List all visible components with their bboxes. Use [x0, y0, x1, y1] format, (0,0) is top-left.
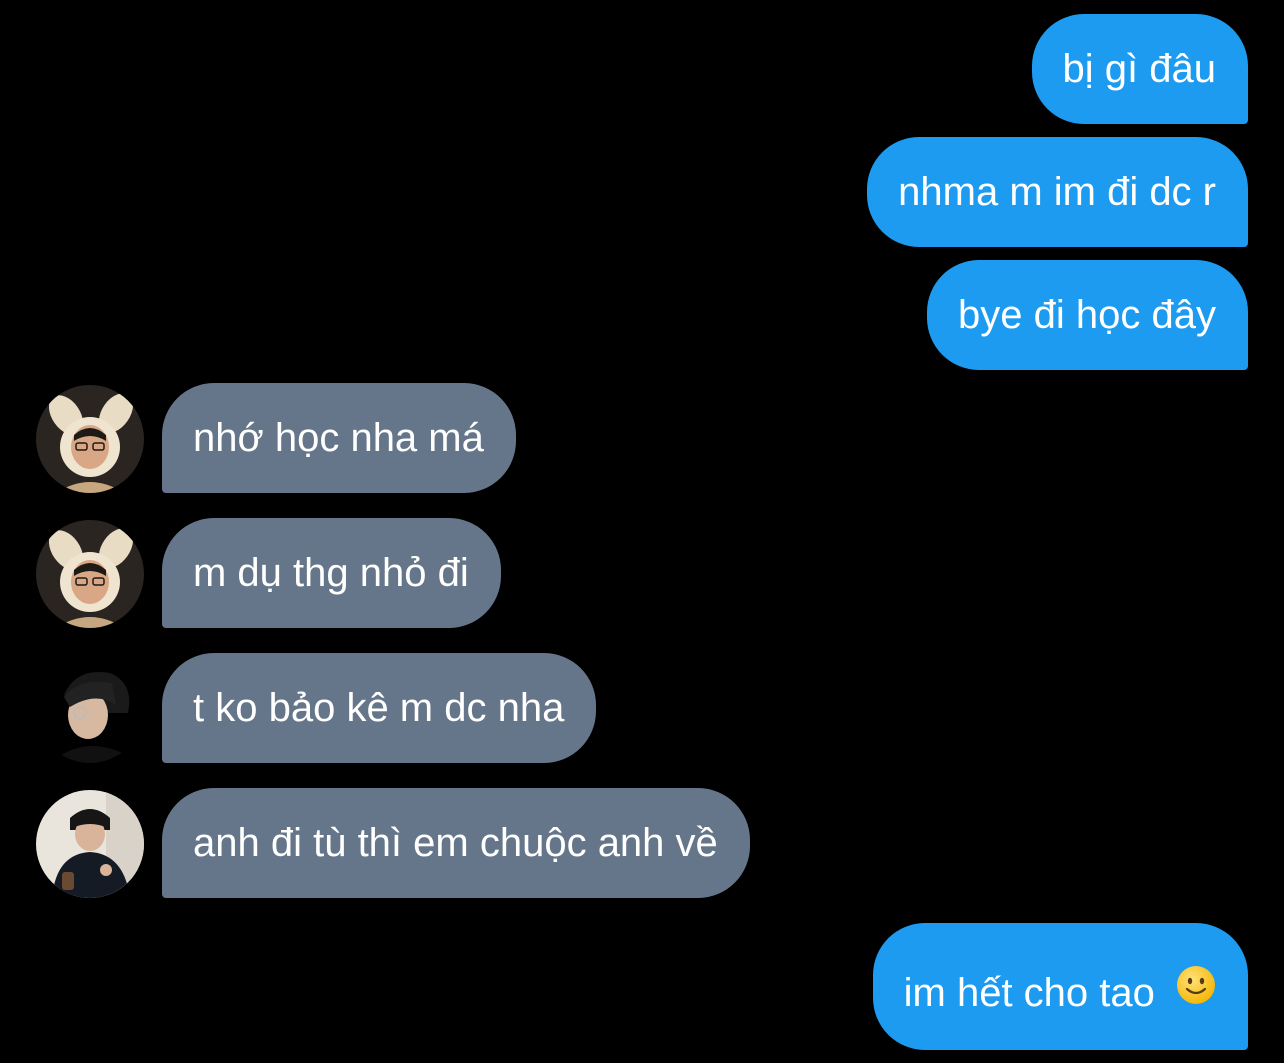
message-text: im hết cho tao: [903, 971, 1155, 1015]
sent-message-bubble[interactable]: im hết cho tao: [872, 923, 1248, 1050]
thumbs-up-avatar[interactable]: [36, 790, 144, 898]
sent-message-bubble[interactable]: bye đi học đây: [927, 260, 1248, 370]
slightly-smiling-face-icon: [1176, 922, 1216, 1062]
bunny-hat-avatar[interactable]: [36, 385, 144, 493]
sent-message-bubble[interactable]: nhma m im đi dc r: [867, 137, 1248, 247]
received-message-bubble[interactable]: t ko bảo kê m dc nha: [162, 653, 597, 763]
message-text: m dụ thg nhỏ đi: [193, 551, 469, 595]
message-text: bị gì đâu: [1062, 47, 1216, 91]
message-text: nhớ học nha má: [193, 416, 484, 460]
message-text: anh đi tù thì em chuộc anh về: [193, 821, 718, 865]
profile-side-avatar[interactable]: [36, 655, 144, 763]
sent-message-bubble[interactable]: bị gì đâu: [1031, 14, 1248, 124]
received-message-bubble[interactable]: anh đi tù thì em chuộc anh về: [162, 788, 750, 898]
received-message-bubble[interactable]: nhớ học nha má: [162, 383, 516, 493]
message-text: t ko bảo kê m dc nha: [193, 686, 565, 730]
received-message-bubble[interactable]: m dụ thg nhỏ đi: [162, 518, 501, 628]
chat-screen: { "conversation": { "messages": [ {"from…: [0, 0, 1284, 1059]
bunny-hat-avatar[interactable]: [36, 520, 144, 628]
message-text: bye đi học đây: [958, 293, 1216, 337]
message-text: nhma m im đi dc r: [898, 170, 1216, 214]
